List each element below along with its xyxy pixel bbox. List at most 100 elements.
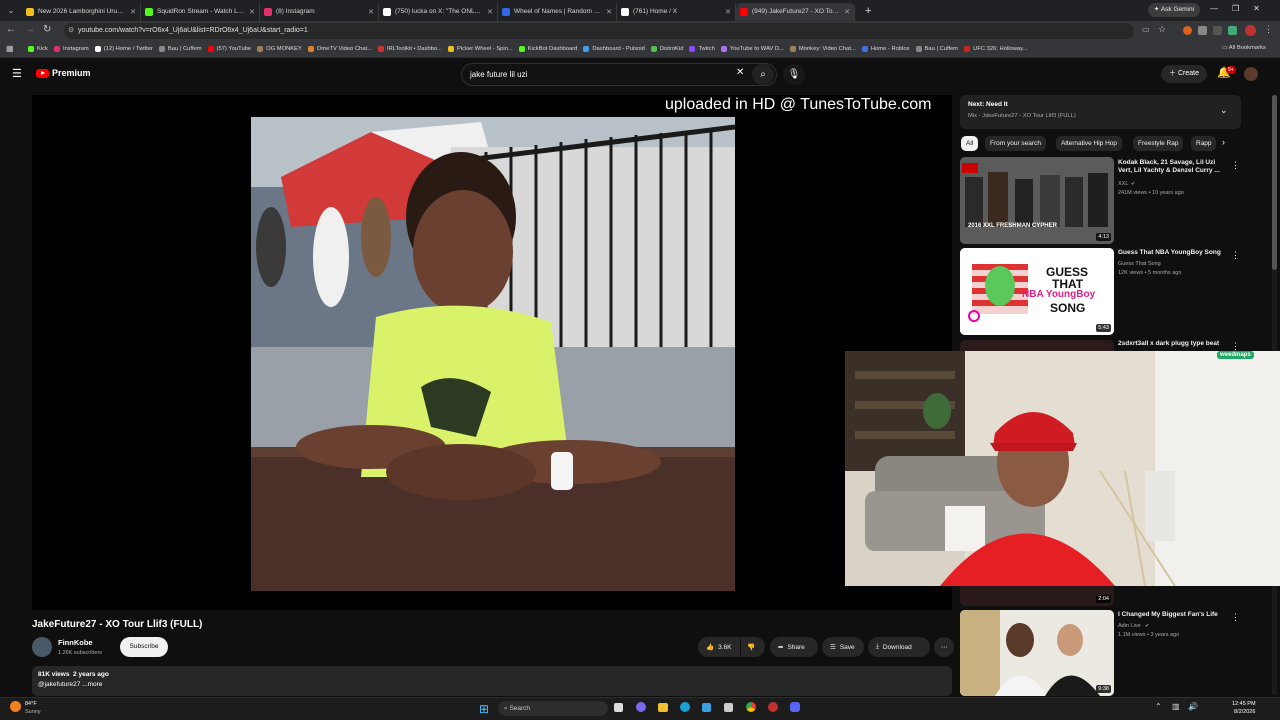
recommendation-channel[interactable]: Adin Live — [1118, 622, 1141, 630]
more-vertical-icon[interactable]: ⋮ — [1231, 250, 1240, 261]
more-vertical-icon[interactable]: ⋮ — [1231, 160, 1240, 171]
browser-tab-active[interactable]: (949) JakeFuture27 - XO Tour Ll ✕ — [736, 2, 855, 21]
volume-icon[interactable]: 🔊 — [1188, 702, 1198, 711]
chrome-icon[interactable] — [746, 702, 756, 712]
taskbar-search[interactable]: ⌕ Search — [498, 701, 608, 716]
bookmark-item[interactable]: Dashboard - Pulsoid — [583, 46, 645, 52]
close-tab-icon[interactable]: ✕ — [368, 8, 374, 16]
recommendation-thumbnail[interactable]: 2016 XXL FRESHMAN CYPHER 4:13 — [960, 157, 1114, 244]
reload-icon[interactable]: ↻ — [43, 24, 51, 35]
file-explorer-icon[interactable] — [658, 703, 668, 712]
close-tab-icon[interactable]: ✕ — [606, 8, 612, 16]
close-tab-icon[interactable]: ✕ — [844, 8, 850, 16]
copilot-icon[interactable] — [636, 702, 646, 712]
bookmark-item[interactable]: (57) YouTube — [207, 46, 251, 52]
chip-alt-hip-hop[interactable]: Alternative Hip Hop — [1056, 136, 1122, 151]
close-tab-icon[interactable]: ✕ — [487, 8, 493, 16]
close-tab-icon[interactable]: ✕ — [249, 8, 255, 16]
all-bookmarks-button[interactable]: ▭ All Bookmarks — [1222, 45, 1266, 51]
network-icon[interactable]: ▥ — [1172, 702, 1180, 711]
new-tab-button[interactable]: + — [865, 5, 871, 17]
more-actions-button[interactable]: ⋯ — [934, 637, 954, 657]
account-avatar[interactable] — [1244, 67, 1258, 81]
extension-icon[interactable] — [1228, 26, 1237, 35]
extension-icon[interactable] — [1183, 26, 1192, 35]
bookmark-item[interactable]: Monkey: Video Chat... — [789, 46, 856, 52]
bookmark-item[interactable]: Twitch — [689, 46, 715, 52]
chevron-down-icon[interactable]: ⌄ — [1220, 105, 1228, 116]
share-button[interactable]: ➦ Share — [770, 637, 818, 657]
weather-icon[interactable] — [10, 701, 21, 712]
clock-date[interactable]: 8/2/2026 — [1234, 709, 1255, 715]
url-field[interactable]: ⚙ youtube.com/watch?v=rO6x4_Uj6aU&list=RD… — [64, 23, 1134, 39]
bookmark-item[interactable]: (12) Home / Twitter — [94, 46, 153, 52]
clear-search-icon[interactable]: ✕ — [736, 67, 744, 78]
scrollbar-thumb[interactable] — [1272, 95, 1277, 270]
browser-tab[interactable]: New 2026 Lamborghini Urus S ✕ — [22, 2, 141, 21]
search-input[interactable]: jake future lil uzi — [461, 63, 777, 86]
forward-icon[interactable]: → — [25, 24, 35, 35]
site-info-icon[interactable]: ⚙ — [68, 23, 74, 39]
save-button[interactable]: ☰ Save — [822, 637, 864, 657]
recommendation-thumbnail[interactable]: 9:38 — [960, 610, 1114, 696]
tab-search-icon[interactable]: ⌄ — [0, 6, 22, 15]
task-view-icon[interactable] — [614, 703, 623, 712]
bookmark-item[interactable]: Instagram — [53, 46, 89, 52]
chevron-right-icon[interactable]: › — [1222, 137, 1225, 147]
ask-gemini-button[interactable]: ✦ Ask Gemini — [1148, 3, 1200, 17]
chip-freestyle-rap[interactable]: Freestyle Rap — [1133, 136, 1184, 151]
discord-icon[interactable] — [790, 702, 800, 712]
close-tab-icon[interactable]: ✕ — [725, 8, 731, 16]
chip-rapp[interactable]: Rapp — [1191, 136, 1216, 151]
bookmark-item[interactable]: Kick — [28, 46, 48, 52]
download-button[interactable]: ⤓ Download — [868, 637, 930, 657]
more-vertical-icon[interactable]: ⋮ — [1231, 612, 1240, 623]
weather-temp[interactable]: 84°F — [25, 701, 37, 707]
microphone-icon[interactable]: 🎙 — [783, 64, 805, 85]
browser-tab[interactable]: SquidRon Stream - Watch Live ✕ — [141, 2, 260, 21]
close-tab-icon[interactable]: ✕ — [130, 8, 136, 16]
restore-icon[interactable]: ❐ — [1232, 4, 1239, 13]
clock-time[interactable]: 12:45 PM — [1232, 701, 1256, 707]
recommendation-title[interactable]: Kodak Black, 21 Savage, Lil Uzi Vert, Li… — [1118, 159, 1226, 175]
bookmark-item[interactable]: KickBot Dashboard — [518, 46, 577, 52]
browser-tab[interactable]: (8) Instagram ✕ — [260, 2, 379, 21]
create-button[interactable]: ＋ Create — [1161, 65, 1207, 83]
cast-icon[interactable]: ▭ — [1142, 25, 1150, 34]
windows-start-icon[interactable]: ⊞ — [479, 702, 489, 716]
recommendation-thumbnail[interactable]: GUESS THAT NBA YoungBoy SONG 5:43 — [960, 248, 1114, 335]
channel-name[interactable]: FinnKobe — [58, 638, 93, 647]
profile-avatar[interactable] — [1245, 25, 1256, 36]
bookmark-item[interactable]: Bau | Cuffem — [158, 46, 202, 52]
like-button[interactable]: 👍 3.6K — [698, 637, 740, 657]
bookmark-item[interactable]: DistroKid — [650, 46, 683, 52]
search-icon[interactable]: ⌕ — [752, 64, 774, 85]
browser-tab[interactable]: (761) Home / X ✕ — [617, 2, 736, 21]
recommendation-channel[interactable]: Guess That Song — [1118, 260, 1161, 268]
bookmark-star-icon[interactable]: ☆ — [1158, 24, 1166, 35]
bookmark-item[interactable]: IRLToolkit • Dashbo... — [377, 46, 442, 52]
browser-menu-icon[interactable]: ⋮ — [1264, 24, 1273, 35]
edge-icon[interactable] — [680, 702, 690, 712]
browser-tab[interactable]: (750) lucka on X: "The ONLY th ✕ — [379, 2, 498, 21]
browser-tab[interactable]: Wheel of Names | Random nam ✕ — [498, 2, 617, 21]
recommendation-title[interactable]: Guess That NBA YoungBoy Song — [1118, 249, 1226, 257]
chip-from-search[interactable]: From your search — [985, 136, 1046, 151]
bookmark-item[interactable]: Bau | Cuffem — [915, 46, 958, 52]
recommendation-channel[interactable]: XXL — [1118, 180, 1128, 188]
bookmark-item[interactable]: Home - Roblox — [861, 46, 910, 52]
dislike-button[interactable]: 👎 — [741, 637, 765, 657]
description-box[interactable] — [32, 666, 952, 696]
bookmark-item[interactable]: UFC 326: Holloway... — [964, 46, 1027, 52]
bookmark-item[interactable]: Picker Wheel - Spin... — [448, 46, 513, 52]
bookmark-item[interactable]: YouTube to WAV D... — [720, 46, 784, 52]
extension-icon[interactable] — [1198, 26, 1207, 35]
hamburger-menu-icon[interactable]: ☰ — [12, 67, 22, 80]
bookmark-item[interactable]: OG MONKEY — [257, 46, 302, 52]
subscribe-button[interactable]: Subscribe — [120, 637, 168, 657]
recommendation-title[interactable]: 2sdxrt3all x dark plugg type beat — [1118, 340, 1226, 348]
minimize-icon[interactable]: — — [1210, 4, 1218, 13]
store-icon[interactable] — [702, 703, 711, 712]
apps-grid-icon[interactable]: ▦ — [6, 44, 14, 53]
tray-overflow-icon[interactable]: ⌃ — [1155, 702, 1162, 711]
